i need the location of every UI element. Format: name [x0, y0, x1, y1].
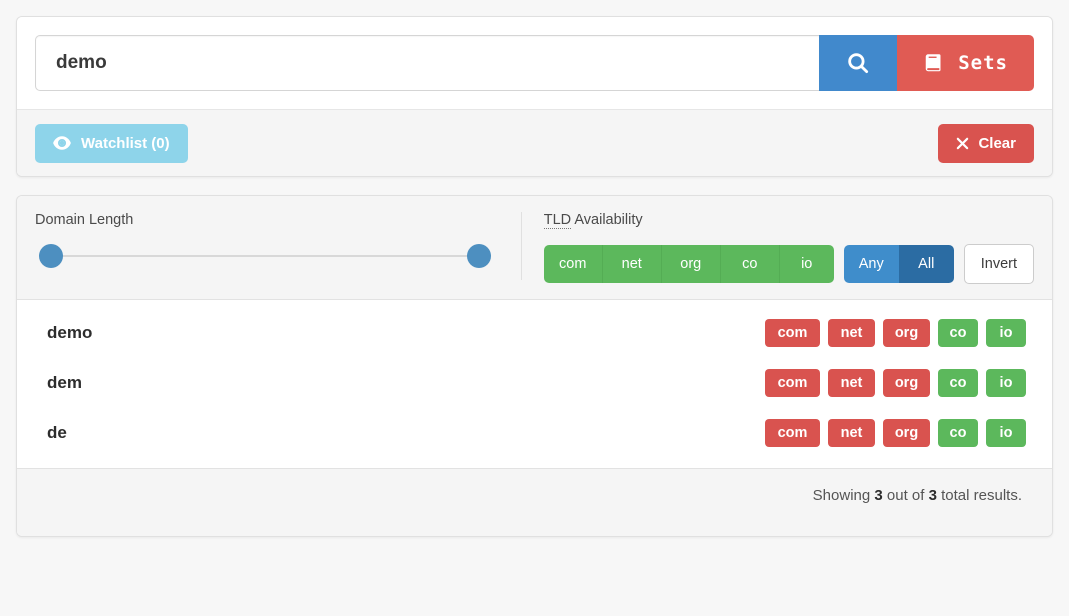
filters-bar: Domain Length TLD Availability com net o…	[17, 196, 1052, 300]
status-badge[interactable]: org	[883, 319, 930, 347]
table-row[interactable]: demo com net org co io	[17, 308, 1052, 358]
slider-track	[39, 255, 491, 257]
tld-status-badges: com net org co io	[765, 419, 1026, 447]
search-row: Sets	[17, 17, 1052, 110]
tld-label-rest: Availability	[571, 212, 642, 228]
match-mode-any[interactable]: Any	[844, 245, 899, 283]
clear-label: Clear	[978, 135, 1016, 152]
sets-label: Sets	[958, 52, 1008, 74]
search-panel: Sets Watchlist (0)	[16, 16, 1053, 177]
tld-toggle-net[interactable]: net	[603, 245, 662, 283]
footer-shown: 3	[874, 487, 882, 504]
domain-name: demo	[47, 323, 92, 343]
status-badge[interactable]: io	[986, 419, 1026, 447]
tld-toggle-io[interactable]: io	[780, 245, 834, 283]
tld-status-badges: com net org co io	[765, 319, 1026, 347]
tld-status-badges: com net org co io	[765, 369, 1026, 397]
status-badge[interactable]: net	[828, 419, 875, 447]
status-badge[interactable]: net	[828, 319, 875, 347]
tld-toggle-group: com net org co io	[544, 245, 834, 283]
footer-total: 3	[929, 487, 937, 504]
status-badge[interactable]: io	[986, 319, 1026, 347]
status-badge[interactable]: co	[938, 419, 978, 447]
status-badge[interactable]: com	[765, 419, 820, 447]
tld-toggle-co[interactable]: co	[721, 245, 780, 283]
search-icon	[845, 50, 871, 76]
results-footer: Showing 3 out of 3 total results.	[17, 468, 1052, 536]
watchlist-button[interactable]: Watchlist (0)	[35, 124, 188, 163]
domain-length-filter: Domain Length	[35, 212, 522, 280]
footer-middle: out of	[883, 487, 929, 504]
footer-suffix: total results.	[937, 487, 1022, 504]
status-badge[interactable]: net	[828, 369, 875, 397]
tld-controls: com net org co io Any All Invert	[544, 244, 1034, 284]
status-badge[interactable]: io	[986, 369, 1026, 397]
tld-availability-filter: TLD Availability com net org co io Any A…	[522, 212, 1034, 284]
clear-button[interactable]: Clear	[938, 124, 1034, 163]
close-x-icon	[956, 137, 969, 150]
app-root: Sets Watchlist (0)	[0, 0, 1069, 616]
results-panel: Domain Length TLD Availability com net o…	[16, 195, 1053, 537]
domain-name: de	[47, 423, 67, 443]
search-toolbar-row: Watchlist (0) Clear	[17, 110, 1052, 176]
status-badge[interactable]: org	[883, 419, 930, 447]
search-input[interactable]	[35, 35, 819, 91]
status-badge[interactable]: com	[765, 369, 820, 397]
slider-handle-min[interactable]	[39, 244, 63, 268]
match-mode-group: Any All	[844, 245, 954, 283]
status-badge[interactable]: co	[938, 369, 978, 397]
tld-availability-label: TLD Availability	[544, 212, 1034, 228]
table-row[interactable]: de com net org co io	[17, 408, 1052, 458]
status-badge[interactable]: co	[938, 319, 978, 347]
invert-button[interactable]: Invert	[964, 244, 1034, 284]
watchlist-label: Watchlist (0)	[81, 135, 170, 152]
sets-button[interactable]: Sets	[897, 35, 1034, 91]
book-icon	[923, 52, 945, 74]
domain-length-slider[interactable]	[39, 244, 491, 268]
slider-handle-max[interactable]	[467, 244, 491, 268]
tld-toggle-org[interactable]: org	[662, 245, 721, 283]
domain-name: dem	[47, 373, 82, 393]
footer-prefix: Showing	[813, 487, 875, 504]
tld-toggle-com[interactable]: com	[544, 245, 603, 283]
results-list: demo com net org co io dem com net org c…	[17, 300, 1052, 468]
match-mode-all[interactable]: All	[899, 245, 954, 283]
table-row[interactable]: dem com net org co io	[17, 358, 1052, 408]
eye-icon	[53, 136, 71, 150]
tld-abbr[interactable]: TLD	[544, 212, 571, 229]
domain-length-label: Domain Length	[35, 212, 495, 228]
status-badge[interactable]: org	[883, 369, 930, 397]
status-badge[interactable]: com	[765, 319, 820, 347]
search-button[interactable]	[819, 35, 897, 91]
